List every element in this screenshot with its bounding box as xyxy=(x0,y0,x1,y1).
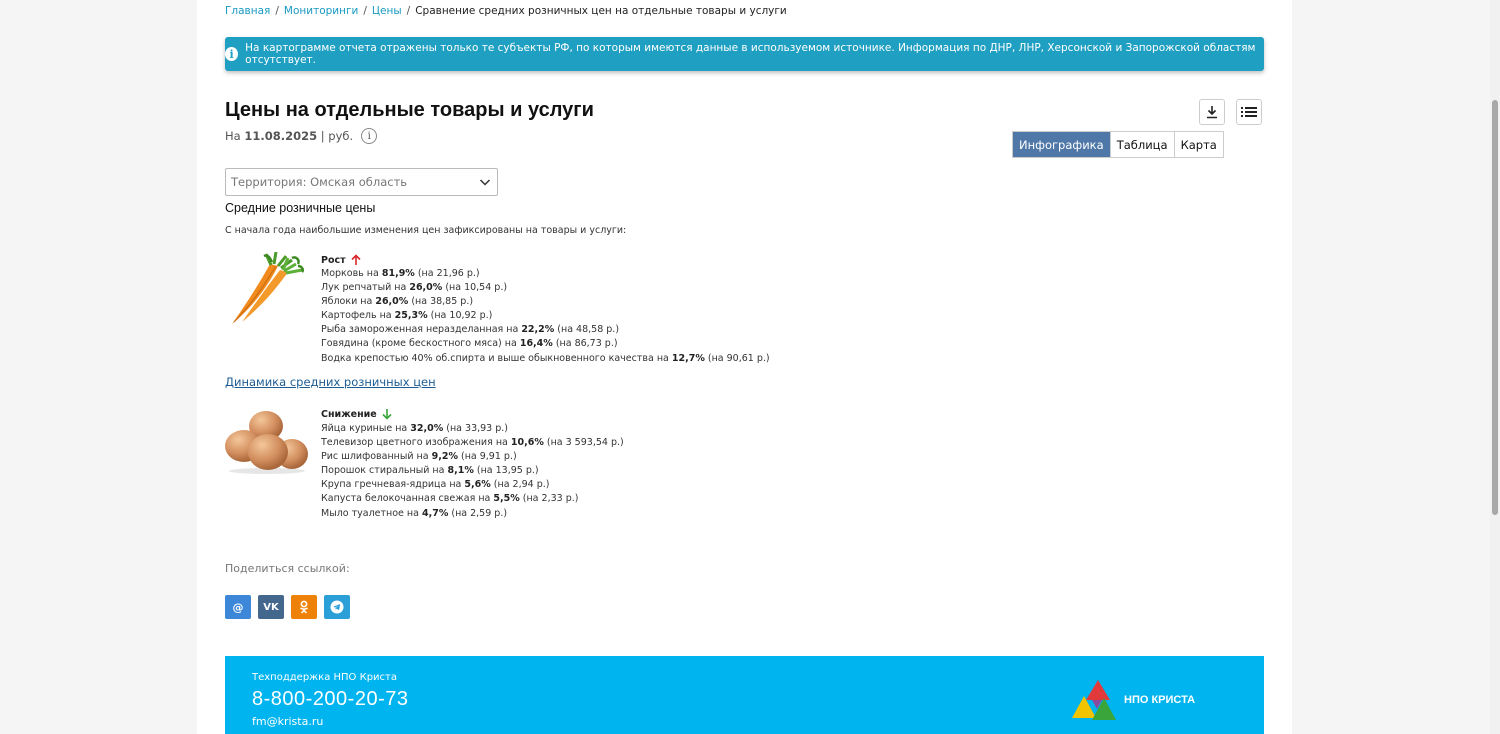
scrollbar[interactable] xyxy=(1490,0,1500,734)
carrot-image xyxy=(232,252,305,324)
report-date: 11.08.2025 xyxy=(244,129,318,143)
list-item: Крупа гречневая-ядрица на 5,6% (на 2,94 … xyxy=(321,479,550,491)
date-line: На 11.08.2025 | руб. i xyxy=(225,128,378,144)
info-icon[interactable]: i xyxy=(361,128,378,144)
support-label: Техподдержка НПО Криста xyxy=(252,672,398,683)
dynamics-link[interactable]: Динамика средних розничных цен xyxy=(225,375,436,389)
download-button[interactable] xyxy=(1199,99,1225,125)
download-icon xyxy=(1207,106,1217,119)
tab-map[interactable]: Карта xyxy=(1175,132,1223,157)
list-item: Лук репчатый на 26,0% (на 10,54 р.) xyxy=(321,282,508,294)
section-subtitle: С начала года наибольшие изменения цен з… xyxy=(225,225,627,236)
growth-header: Рост xyxy=(321,254,361,266)
logo-icon xyxy=(1072,680,1116,720)
growth-list: Морковь на 81,9% (на 21,96 р.) Лук репча… xyxy=(321,267,770,366)
list-item: Капуста белокочанная свежая на 5,5% (на … xyxy=(321,493,579,505)
share-ok-button[interactable] xyxy=(291,595,317,619)
breadcrumb: Главная / Мониторинги / Цены / Сравнение средн… xyxy=(225,5,787,17)
list-item: Водка крепостью 40% об.спирта и выше обы… xyxy=(321,352,770,364)
support-phone[interactable]: 8-800-200-20-73 xyxy=(252,688,409,711)
ok-icon xyxy=(300,600,308,614)
share-vk-button[interactable]: VK xyxy=(258,595,284,619)
tab-table[interactable]: Таблица xyxy=(1111,132,1175,157)
arrow-up-icon xyxy=(351,254,361,265)
vk-icon: VK xyxy=(263,601,279,613)
chevron-down-icon xyxy=(479,179,491,186)
arrow-down-icon xyxy=(382,409,392,420)
list-item: Яблоки на 26,0% (на 38,85 р.) xyxy=(321,296,474,308)
list-item: Мыло туалетное на 4,7% (на 2,59 р.) xyxy=(321,507,508,519)
date-prefix: На xyxy=(225,129,241,143)
growth-label: Рост xyxy=(321,254,346,266)
telegram-icon xyxy=(330,600,344,614)
footer: Техподдержка НПО Криста 8-800-200-20-73 … xyxy=(225,656,1264,734)
krista-logo[interactable]: НПО КРИСТА xyxy=(1072,678,1195,722)
share-mail-button[interactable]: @ xyxy=(225,595,251,619)
breadcrumb-current: Сравнение средних розничных цен на отдел… xyxy=(415,5,787,17)
view-switch: Инфографика Таблица Карта xyxy=(1012,131,1224,158)
page-title: Цены на отдельные товары и услуги xyxy=(225,99,594,121)
breadcrumb-prices[interactable]: Цены xyxy=(372,5,402,17)
support-email[interactable]: fm@krista.ru xyxy=(252,715,323,728)
info-icon: i xyxy=(225,47,239,61)
list-icon xyxy=(1241,107,1257,117)
unit-label: | руб. xyxy=(320,129,354,143)
decline-label: Снижение xyxy=(321,408,377,420)
list-item: Телевизор цветного изображения на 10,6% … xyxy=(321,437,624,449)
territory-value: Территория: Омская область xyxy=(231,175,408,189)
tab-infographic[interactable]: Инфографика xyxy=(1013,132,1111,157)
scrollbar-thumb[interactable] xyxy=(1492,100,1498,515)
logo-text: НПО КРИСТА xyxy=(1124,694,1196,706)
share-telegram-button[interactable] xyxy=(324,595,350,619)
decline-list: Яйца куриные на 32,0% (на 33,93 р.) Теле… xyxy=(321,422,624,521)
eggs-image xyxy=(225,411,308,474)
info-alert: i На картограмме отчета отражены только … xyxy=(225,37,1264,71)
alert-text: На картограмме отчета отражены только те… xyxy=(245,42,1256,66)
list-item: Яйца куриные на 32,0% (на 33,93 р.) xyxy=(321,423,509,434)
mail-icon: @ xyxy=(232,600,244,614)
list-item: Порошок стиральный на 8,1% (на 13,95 р.) xyxy=(321,465,539,477)
menu-button[interactable] xyxy=(1236,99,1262,125)
list-item: Рис шлифованный на 9,2% (на 9,91 р.) xyxy=(321,451,517,463)
section-title: Средние розничные цены xyxy=(225,201,376,215)
list-item: Говядина (кроме бескостного мяса) на 16,… xyxy=(321,338,618,350)
share-label: Поделиться ссылкой: xyxy=(225,562,350,575)
list-item: Рыба замороженная неразделанная на 22,2%… xyxy=(321,324,620,336)
decline-header: Снижение xyxy=(321,408,392,420)
territory-select[interactable]: Территория: Омская область xyxy=(225,168,498,196)
list-item: Морковь на 81,9% (на 21,96 р.) xyxy=(321,268,480,279)
breadcrumb-monitorings[interactable]: Мониторинги xyxy=(284,5,358,17)
breadcrumb-home[interactable]: Главная xyxy=(225,5,270,17)
list-item: Картофель на 25,3% (на 10,92 р.) xyxy=(321,310,493,322)
